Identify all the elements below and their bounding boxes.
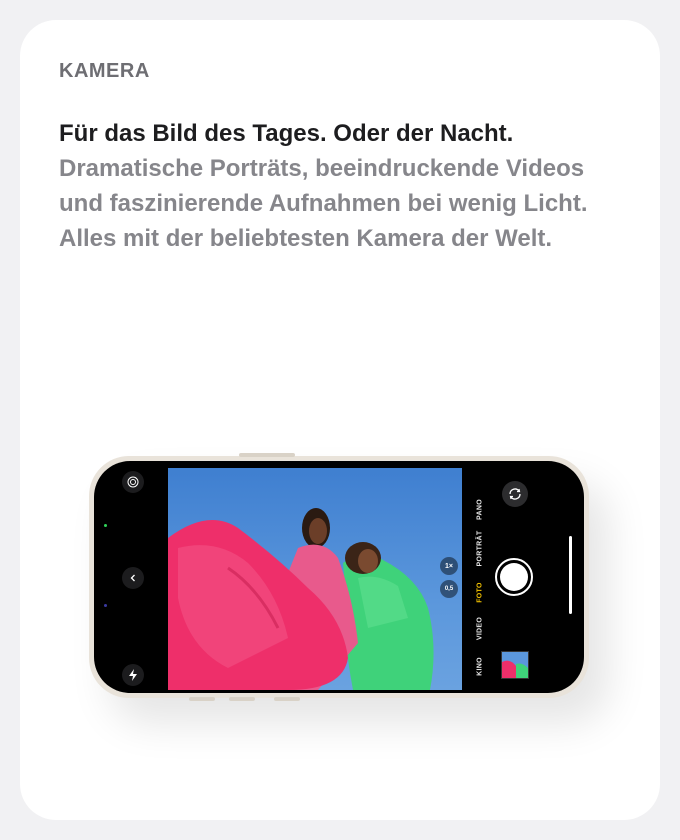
zoom-1x-button[interactable]: 1×: [440, 557, 458, 575]
camera-indicator-dot: [104, 524, 107, 527]
volume-button: [274, 697, 300, 701]
action-button: [239, 453, 295, 457]
phone-screen: 1× 0,5 KINO VIDEO FOTO PORTRÄT PANO: [94, 461, 584, 693]
flash-icon[interactable]: [122, 664, 144, 686]
shutter-inner: [500, 563, 528, 591]
chevron-left-icon[interactable]: [122, 567, 144, 589]
camera-feature-card: KAMERA Für das Bild des Tages. Oder der …: [20, 20, 660, 820]
shutter-button[interactable]: [495, 558, 533, 596]
iphone-landscape: 1× 0,5 KINO VIDEO FOTO PORTRÄT PANO: [89, 453, 589, 701]
zoom-0-5-button[interactable]: 0,5: [440, 580, 458, 598]
volume-button: [189, 697, 215, 701]
section-eyebrow: KAMERA: [59, 60, 150, 82]
last-photo-thumbnail[interactable]: [501, 651, 529, 679]
volume-button: [229, 697, 255, 701]
home-indicator: [569, 536, 572, 614]
body-text: Dramatische Porträts, beeindruckende Vid…: [59, 155, 588, 252]
camera-viewfinder[interactable]: [168, 468, 462, 690]
headline: Für das Bild des Tages. Oder der Nacht.: [59, 120, 514, 147]
mode-pano[interactable]: PANO: [477, 484, 484, 536]
switch-camera-button[interactable]: [502, 481, 528, 507]
sensor-dot: [104, 604, 107, 607]
camera-mode-selector: KINO VIDEO FOTO PORTRÄT PANO: [474, 481, 486, 681]
rotate-icon: [509, 488, 521, 500]
live-photo-icon[interactable]: [122, 471, 144, 493]
section-copy: Für das Bild des Tages. Oder der Nacht. …: [59, 116, 619, 256]
portrait-photo: [168, 508, 434, 690]
